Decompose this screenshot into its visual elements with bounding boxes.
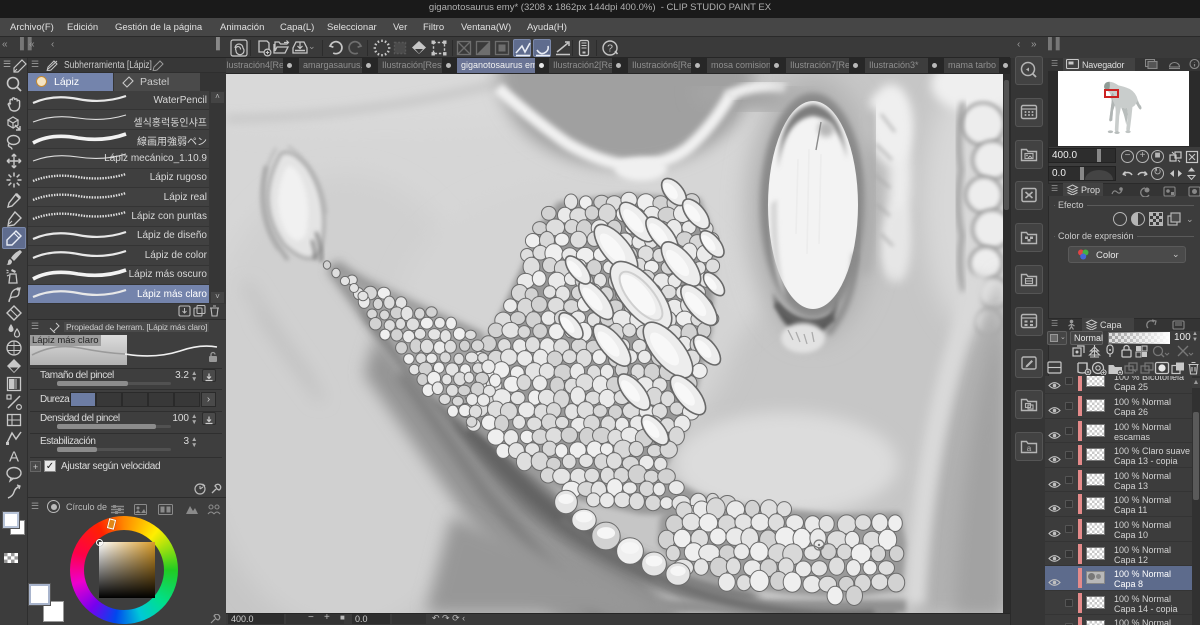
svg-text:?: ? [607,43,613,55]
svg-text:a: a [1027,444,1032,453]
svg-text:A: A [9,449,19,466]
